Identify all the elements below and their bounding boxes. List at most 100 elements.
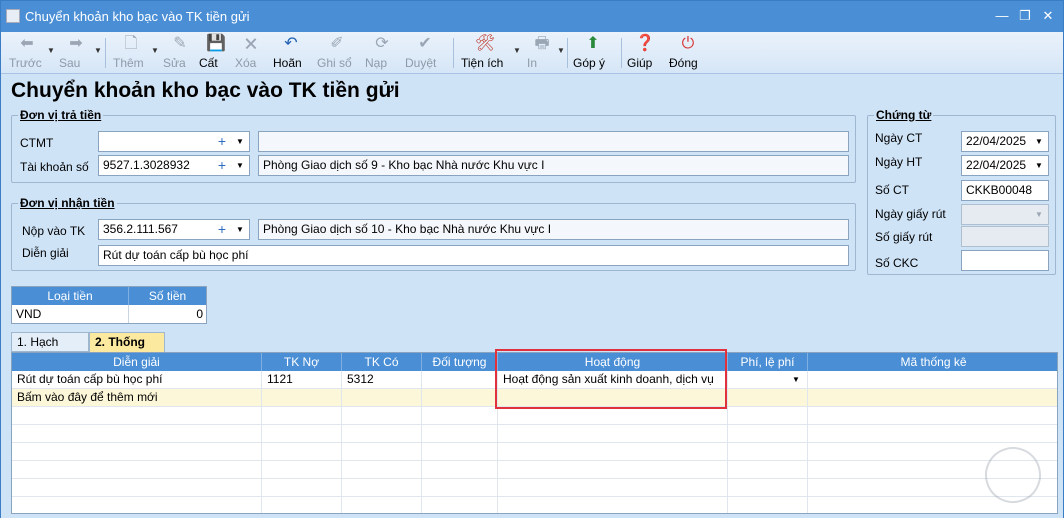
- currency-type-cell[interactable]: VND: [12, 305, 129, 323]
- post-ledger-icon: ✐: [330, 35, 344, 52]
- help-icon: ❓: [635, 35, 655, 52]
- empty-row: [12, 479, 1057, 497]
- tab-accounting[interactable]: 1. Hạch toán: [11, 332, 89, 367]
- ctmt-input[interactable]: + ▼: [98, 131, 250, 152]
- deposit-account-input[interactable]: 356.2.111.567 + ▼: [98, 219, 250, 240]
- row-debit-cell[interactable]: 1121: [262, 371, 342, 389]
- posting-date-picker[interactable]: 22/04/2025 ▼: [961, 155, 1049, 176]
- post-button[interactable]: ✐ Ghi sổ: [317, 34, 357, 72]
- row-credit-cell[interactable]: 5312: [342, 371, 422, 389]
- print-button[interactable]: 🖶 In: [527, 34, 557, 72]
- col-credit-account[interactable]: TK Có: [342, 353, 422, 371]
- description-input[interactable]: Rút dự toán cấp bù học phí: [98, 245, 849, 266]
- plus-icon[interactable]: +: [215, 156, 229, 175]
- empty-cell: [342, 407, 422, 425]
- save-label: Cất: [199, 56, 218, 70]
- chevron-down-icon[interactable]: ▼: [151, 46, 159, 55]
- empty-cell: [728, 443, 808, 461]
- ckc-number-input[interactable]: [961, 250, 1049, 271]
- row-stat-code-cell[interactable]: [808, 371, 1057, 389]
- account-input[interactable]: 9527.1.3028932 + ▼: [98, 155, 250, 176]
- empty-cell: [342, 461, 422, 479]
- chevron-down-icon[interactable]: ▼: [557, 46, 565, 55]
- row-activity-cell[interactable]: Hoạt động sản xuất kinh doanh, dịch vụ: [498, 371, 728, 389]
- chevron-down-icon[interactable]: ▼: [94, 46, 102, 55]
- empty-cell: [498, 425, 728, 443]
- empty-cell: [262, 461, 342, 479]
- row-description-cell[interactable]: Rút dự toán cấp bù học phí: [12, 371, 262, 389]
- close-label: Đóng: [669, 56, 698, 70]
- maximize-button[interactable]: ❐: [1016, 7, 1034, 25]
- printer-icon: 🖶: [534, 35, 550, 52]
- chevron-down-icon[interactable]: ▼: [1032, 156, 1046, 175]
- save-button[interactable]: 💾 Cất: [199, 34, 233, 72]
- ckc-number-label: Số CKC: [875, 256, 919, 270]
- empty-cell: [262, 443, 342, 461]
- minimize-button[interactable]: —: [993, 7, 1011, 25]
- col-object[interactable]: Đối tượng: [422, 353, 498, 371]
- empty-cell: [728, 497, 808, 513]
- payee-group-title: Đơn vị nhận tiền: [18, 196, 117, 210]
- ctmt-name-field[interactable]: [258, 131, 849, 152]
- withdrawal-number-input[interactable]: [961, 226, 1049, 247]
- chevron-down-icon[interactable]: ▼: [233, 220, 247, 239]
- chevron-down-icon[interactable]: ▼: [47, 46, 55, 55]
- chevron-down-icon[interactable]: ▼: [233, 132, 247, 151]
- row-fees-cell[interactable]: ▼: [728, 371, 808, 389]
- chevron-down-icon[interactable]: ▼: [1032, 132, 1046, 151]
- payer-group: Đơn vị trả tiền CTMT + ▼ Tài khoản số 95…: [11, 108, 856, 183]
- new-document-icon: 🗋: [124, 35, 138, 52]
- add-new-row-label[interactable]: Bấm vào đây để thêm mới: [12, 389, 262, 407]
- currency-type-header: Loại tiền: [12, 287, 129, 305]
- account-name-field[interactable]: Phòng Giao dịch số 9 - Kho bạc Nhà nước …: [258, 155, 849, 176]
- edit-button[interactable]: ✎ Sửa: [163, 34, 197, 72]
- voucher-number-input[interactable]: CKKB00048: [961, 180, 1049, 201]
- utilities-button[interactable]: 🛠 Tiện ích: [461, 34, 509, 72]
- defer-button[interactable]: ↶ Hoãn: [273, 34, 309, 72]
- delete-button[interactable]: 🗙 Xóa: [235, 34, 267, 72]
- close-button[interactable]: ⏻ Đóng: [669, 34, 707, 72]
- chevron-down-icon[interactable]: ▼: [792, 371, 800, 388]
- prev-label: Trước: [9, 56, 42, 70]
- col-fees[interactable]: Phí, lệ phí: [728, 353, 808, 371]
- plus-icon[interactable]: +: [215, 220, 229, 239]
- help-button[interactable]: ❓ Giúp: [627, 34, 663, 72]
- withdrawal-number-label: Số giấy rút: [875, 230, 933, 244]
- add-button[interactable]: 🗋 Thêm: [113, 34, 149, 72]
- account-value: 9527.1.3028932: [103, 158, 190, 172]
- deposit-value: 356.2.111.567: [103, 222, 178, 236]
- grid-header: Diễn giải TK Nợ TK Có Đối tượng Hoạt độn…: [12, 353, 1057, 371]
- voucher-date-picker[interactable]: 22/04/2025 ▼: [961, 131, 1049, 152]
- edit-document-icon: ✎: [173, 35, 187, 52]
- post-label: Ghi sổ: [317, 56, 352, 70]
- row-object-cell[interactable]: [422, 371, 498, 389]
- tab-statistics[interactable]: 2. Thống kê: [89, 332, 165, 367]
- add-new-row[interactable]: Bấm vào đây để thêm mới: [12, 389, 1057, 407]
- chevron-down-icon[interactable]: ▼: [233, 156, 247, 175]
- col-description[interactable]: Diễn giải: [12, 353, 262, 371]
- prev-button[interactable]: ⬅ Trước: [9, 34, 45, 72]
- deposit-name-field[interactable]: Phòng Giao dịch số 10 - Kho bạc Nhà nước…: [258, 219, 849, 240]
- feedback-button[interactable]: ⬆ Góp ý: [573, 34, 613, 72]
- currency-row[interactable]: VND 0: [12, 305, 206, 323]
- col-activity[interactable]: Hoạt động: [498, 353, 728, 371]
- toolbar: ⬅ Trước ▼ ➡ Sau ▼ 🗋 Thêm ▼ ✎ Sửa 💾 Cất 🗙…: [1, 32, 1063, 74]
- edit-label: Sửa: [163, 56, 186, 70]
- col-stat-code[interactable]: Mã thống kê: [808, 353, 1057, 371]
- empty-cell: [498, 443, 728, 461]
- toolbar-separator: [105, 38, 106, 68]
- next-label: Sau: [59, 56, 81, 70]
- withdrawal-date-picker[interactable]: ▼: [961, 204, 1049, 225]
- next-button[interactable]: ➡ Sau: [59, 34, 93, 72]
- approve-button[interactable]: ✔ Duyệt: [405, 34, 445, 72]
- plus-icon[interactable]: +: [215, 132, 229, 151]
- table-row[interactable]: Rút dự toán cấp bù học phí 1121 5312 Hoạ…: [12, 371, 1057, 389]
- description-label: Diễn giải: [22, 246, 69, 260]
- col-debit-account[interactable]: TK Nợ: [262, 353, 342, 371]
- delete-label: Xóa: [235, 56, 257, 70]
- reload-button[interactable]: ⟳ Nạp: [365, 34, 399, 72]
- amount-cell[interactable]: 0: [129, 305, 206, 323]
- chevron-down-icon[interactable]: ▼: [513, 46, 521, 55]
- close-window-button[interactable]: ✕: [1039, 7, 1057, 25]
- chevron-down-icon[interactable]: ▼: [1032, 205, 1046, 224]
